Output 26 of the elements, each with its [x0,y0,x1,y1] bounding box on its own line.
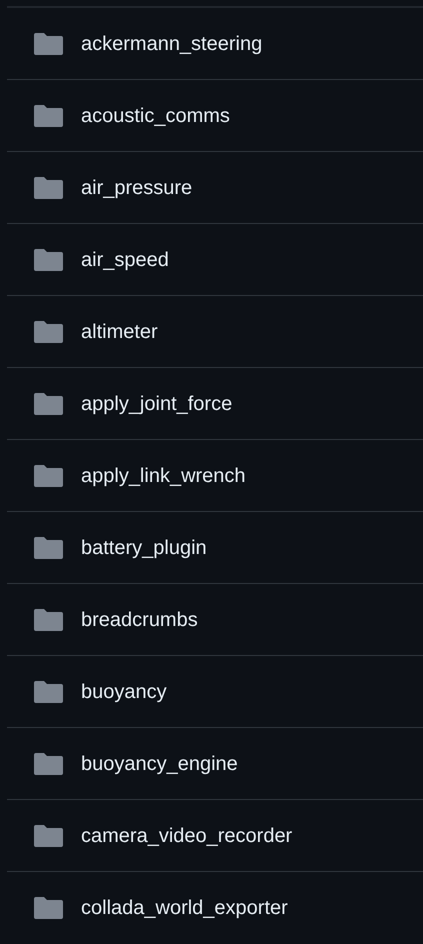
folder-link[interactable]: ackermann_steering [81,28,262,58]
folder-link[interactable]: battery_plugin [81,532,207,562]
folder-icon [34,608,63,630]
folder-icon [34,752,63,774]
folder-icon [34,536,63,558]
folder-icon [34,32,63,54]
folder-link[interactable]: camera_video_recorder [81,820,292,850]
folder-link[interactable]: collada_world_exporter [81,893,288,923]
folder-icon [34,464,63,486]
folder-link[interactable]: breadcrumbs [81,604,198,634]
folder-link[interactable]: acoustic_comms [81,100,230,130]
folder-icon [34,104,63,126]
folder-link[interactable]: air_speed [81,244,169,274]
folder-icon [34,248,63,270]
folder-link[interactable]: buoyancy [81,676,167,706]
folder-icon [34,392,63,414]
folder-icon [34,897,63,919]
folder-link[interactable]: air_pressure [81,172,192,202]
folder-icon [34,176,63,198]
folder-link[interactable]: apply_link_wrench [81,460,246,490]
folder-icon [34,824,63,846]
folder-icon [34,680,63,702]
folder-link[interactable]: apply_joint_force [81,388,232,418]
folder-icon [34,320,63,342]
folder-link[interactable]: buoyancy_engine [81,748,238,778]
folder-link[interactable]: altimeter [81,316,158,346]
